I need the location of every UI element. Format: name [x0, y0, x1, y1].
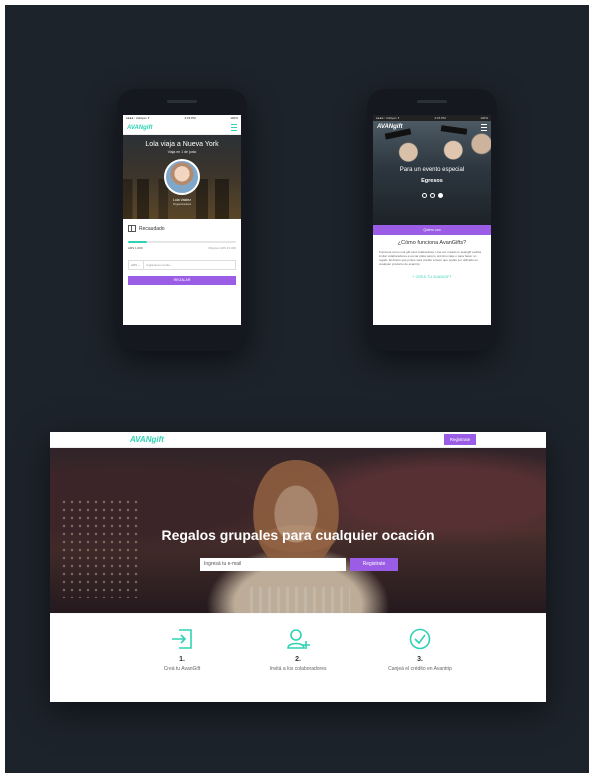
step-label: Invitá a los colaboradores [269, 666, 327, 672]
phone-mockup-campaign: ●●●●○ Voltiyan ✦ 4:15 PM 100% AVANgift L… [117, 89, 247, 351]
register-button[interactable]: Registrate [444, 434, 476, 445]
carousel-dot[interactable] [421, 193, 427, 198]
how-it-works-text: Funciona como una gift card colaborativa… [379, 250, 482, 266]
step-label: Canjeá el crédito en Avantrip [388, 666, 452, 672]
signup-form: Ingresá tu e-mail Registrate [200, 558, 398, 571]
logo[interactable]: AVANgift [127, 125, 152, 131]
status-time: 4:15 PM [184, 116, 196, 120]
step-item: 2. Invitá a los colaboradores [238, 628, 358, 672]
want-one-button[interactable]: Quiero uno [373, 225, 491, 235]
step-item: 1. Creá tu AvanGift [122, 628, 242, 672]
phone-speaker [167, 100, 197, 103]
showcase-canvas: ●●●●○ Voltiyan ✦ 4:15 PM 100% AVANgift L… [5, 5, 589, 773]
hero-register-button[interactable]: Registrate [350, 558, 398, 571]
phone-screen: ●●●●○ Voltiyan ✦ 4:15 PM 100% AVANgift P… [373, 115, 491, 325]
logo[interactable]: AVANgift [377, 124, 402, 130]
enter-icon [172, 629, 192, 649]
collected-label: Recaudado [139, 225, 165, 232]
currency-select[interactable]: ARS ⌄ [129, 261, 144, 269]
phone-mockup-info: ●●●●○ Voltiyan ✦ 4:15 PM 100% AVANgift P… [367, 89, 497, 351]
campaign-title: Lola viaja a Nueva York [145, 141, 219, 148]
amount-input-row: ARS ⌄ Ingresá un monto... [128, 260, 236, 270]
hero-banner: Regalos grupales para cualquier ocación … [50, 448, 546, 613]
amount-goal: Objetivo ARS 10.000 [208, 246, 236, 250]
email-input[interactable]: Ingresá tu e-mail [200, 558, 346, 571]
create-avangift-link[interactable]: + CREÁ TU AVANGIFT [379, 275, 485, 279]
mobile-navbar: AVANgift [373, 121, 491, 133]
menu-icon[interactable] [481, 123, 487, 131]
carousel-title: Para un evento especial [399, 167, 465, 173]
gift-button[interactable]: REGALAR [128, 276, 236, 285]
carousel-dot[interactable] [429, 193, 435, 198]
step-number: 1. [179, 656, 185, 663]
carousel-subtitle: Egresos [421, 178, 443, 184]
campaign-subtitle: Viaja en 1 de junio [167, 150, 197, 154]
phone-speaker [417, 100, 447, 103]
logo[interactable]: AVANgift [130, 435, 164, 444]
event-carousel[interactable]: AVANgift Para un evento especial Egresos [373, 121, 491, 225]
step-number: 3. [417, 656, 423, 663]
amount-input[interactable]: Ingresá un monto... [144, 263, 173, 267]
mobile-navbar: AVANgift [123, 121, 241, 135]
person-role: Organizadora [172, 202, 192, 206]
collected-row: Recaudado [128, 225, 236, 232]
check-circle-icon [409, 628, 431, 650]
desktop-navbar: AVANgift Registrate [50, 432, 546, 448]
step-number: 2. [295, 656, 301, 663]
amount-value: ARS 1.000 [128, 246, 143, 250]
add-user-icon [287, 629, 310, 649]
phone-screen: ●●●●○ Voltiyan ✦ 4:15 PM 100% AVANgift L… [123, 115, 241, 325]
amount-row: ARS 1.000 Objetivo ARS 10.000 [128, 246, 236, 250]
carousel-dots [373, 193, 491, 198]
campaign-hero: Lola viaja a Nueva York Viaja en 1 de ju… [123, 135, 241, 219]
avatar [164, 159, 200, 195]
step-label: Creá tu AvanGift [163, 666, 201, 672]
status-carrier: ●●●●○ Voltiyan ✦ [126, 116, 150, 120]
progress-bar [128, 241, 236, 243]
status-battery: 100% [230, 116, 238, 120]
how-it-works-title: ¿Cómo funciona AvanGifts? [397, 240, 467, 246]
hero-title: Regalos grupales para cualquier ocación [161, 527, 435, 543]
carousel-dot-active[interactable] [437, 193, 443, 198]
progress-fill [128, 241, 148, 243]
gift-icon [128, 225, 136, 232]
how-it-works: ¿Cómo funciona AvanGifts? Funciona como … [373, 235, 491, 284]
menu-icon[interactable] [231, 124, 237, 131]
step-item: 3. Canjeá el crédito en Avantrip [360, 628, 480, 672]
steps-section: 1. Creá tu AvanGift 2. Invitá a los cola… [50, 614, 546, 702]
campaign-body: Recaudado ARS 1.000 Objetivo ARS 10.000 … [123, 219, 241, 289]
desktop-mockup: AVANgift Registrate Regalos grupales par… [50, 432, 546, 702]
